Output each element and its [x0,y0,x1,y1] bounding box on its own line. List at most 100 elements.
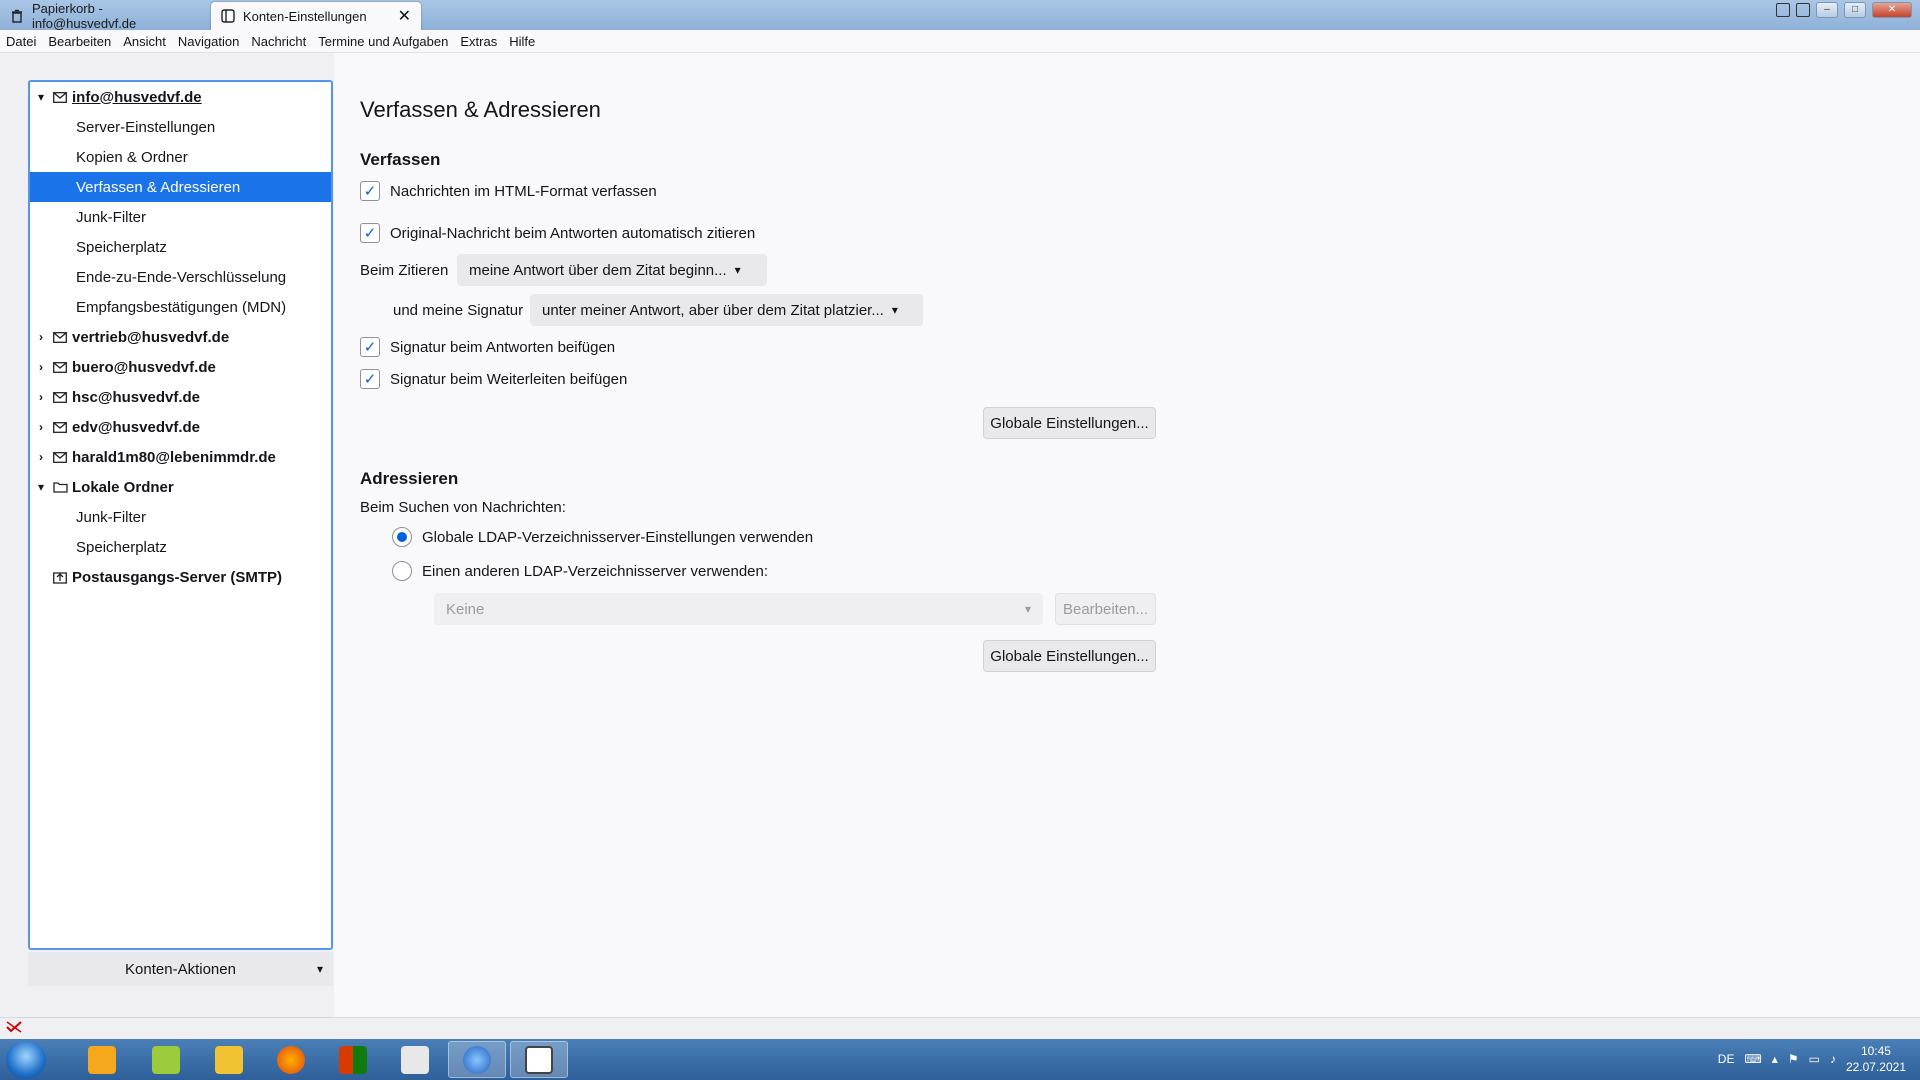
settings-page-icon [221,9,235,23]
global-settings-button-compose[interactable]: Globale Einstellungen... [983,407,1156,439]
mail-icon [52,329,68,345]
account-hsc[interactable]: › hsc@husvedvf.de [30,382,331,412]
account-actions-button[interactable]: Konten-Aktionen ▾ [28,952,333,986]
online-status-icon[interactable] [6,1021,22,1036]
signature-forward-checkbox[interactable]: ✓ Signatur beim Weiterleiten beifügen [360,369,627,389]
chevron-right-icon[interactable]: › [34,390,48,404]
show-hidden-icons[interactable]: ▴ [1772,1052,1778,1066]
sidebar-item-local-junk[interactable]: Junk-Filter [30,502,331,532]
html-format-checkbox[interactable]: ✓ Nachrichten im HTML-Format verfassen [360,181,657,201]
sidebar-item-e2e[interactable]: Ende-zu-Ende-Verschlüsselung [30,262,331,292]
office-icon [339,1045,367,1074]
checkmark-icon[interactable]: ✓ [360,337,380,357]
checkbox-label: Signatur beim Antworten beifügen [390,338,616,356]
flag-icon[interactable]: ⚑ [1788,1052,1799,1066]
tasks-icon[interactable] [1796,3,1810,17]
calendar-icon[interactable] [1776,3,1790,17]
tab-label: Konten-Einstellungen [243,8,367,24]
sidebar-item-mdn[interactable]: Empfangsbestätigungen (MDN) [30,292,331,322]
sidebar-item-storage[interactable]: Speicherplatz [30,232,331,262]
taskbar-media-player[interactable] [73,1041,131,1078]
menu-ansicht[interactable]: Ansicht [123,34,166,49]
taskbar-office[interactable] [324,1041,382,1078]
radio-button[interactable] [392,527,412,547]
taskbar-app-2[interactable] [137,1041,195,1078]
ldap-server-select[interactable]: Keine ▾ [434,593,1043,625]
chevron-down-icon: ▾ [891,303,898,317]
menu-nachricht[interactable]: Nachricht [251,34,306,49]
select-value: Keine [446,600,485,618]
taskbar-calendar[interactable] [510,1041,568,1078]
account-label: vertrieb@husvedvf.de [72,328,230,346]
chevron-right-icon[interactable]: › [34,420,48,434]
checkmark-icon[interactable]: ✓ [360,223,380,243]
tab-trash[interactable]: Papierkorb - info@husvedvf.de [0,1,207,31]
volume-icon[interactable]: ♪ [1830,1052,1836,1066]
edit-ldap-button[interactable]: Bearbeiten... [1055,593,1156,625]
select-value: meine Antwort über dem Zitat beginn... [469,261,727,279]
chevron-right-icon[interactable]: › [34,450,48,464]
taskbar-firefox[interactable] [262,1041,320,1078]
os-taskbar: DE ⌨ ▴ ⚑ ▭ ♪ 10:45 22.07.2021 [0,1039,1920,1080]
menu-bearbeiten[interactable]: Bearbeiten [48,34,111,49]
sidebar-item-server[interactable]: Server-Einstellungen [30,112,331,142]
network-icon[interactable]: ▭ [1809,1052,1820,1066]
account-local-folders[interactable]: ▾ Lokale Ordner [30,472,331,502]
system-tray: DE ⌨ ▴ ⚑ ▭ ♪ 10:45 22.07.2021 [1718,1043,1906,1075]
checkbox-label: Original-Nachricht beim Antworten automa… [390,224,756,242]
app-icon [152,1045,180,1074]
sidebar-item-copies[interactable]: Kopien & Ordner [30,142,331,172]
ldap-global-radio[interactable]: Globale LDAP-Verzeichnisserver-Einstellu… [392,527,813,547]
status-bar [0,1017,1920,1039]
taskbar-contacts[interactable] [200,1041,258,1078]
chevron-down-icon[interactable]: ▾ [34,480,48,494]
menu-extras[interactable]: Extras [460,34,497,49]
taskbar-thunderbird[interactable] [448,1041,506,1078]
start-button[interactable] [6,1041,46,1079]
menu-navigation[interactable]: Navigation [178,34,239,49]
sidebar-item-local-storage[interactable]: Speicherplatz [30,532,331,562]
minimize-button[interactable]: – [1816,2,1838,18]
window-controls: – □ ✕ [1776,2,1912,18]
checkmark-icon[interactable]: ✓ [360,369,380,389]
chevron-right-icon[interactable]: › [34,360,48,374]
account-tree[interactable]: ▾ info@husvedvf.de Server-Einstellungen … [28,80,333,950]
section-heading-address: Adressieren [360,469,459,488]
signature-position-select[interactable]: unter meiner Antwort, aber über dem Zita… [530,294,923,326]
account-harald[interactable]: › harald1m80@lebenimmdr.de [30,442,331,472]
close-window-button[interactable]: ✕ [1872,2,1912,18]
global-settings-button-address[interactable]: Globale Einstellungen... [983,640,1156,672]
account-vertrieb[interactable]: › vertrieb@husvedvf.de [30,322,331,352]
account-label: Lokale Ordner [72,478,174,496]
keyboard-icon[interactable]: ⌨ [1744,1052,1761,1066]
account-smtp[interactable]: Postausgangs-Server (SMTP) [30,562,331,592]
chevron-right-icon[interactable]: › [34,330,48,344]
taskbar-tasks[interactable] [386,1041,444,1078]
checkmark-icon[interactable]: ✓ [360,181,380,201]
menu-datei[interactable]: Datei [6,34,36,49]
menu-termine[interactable]: Termine und Aufgaben [318,34,448,49]
chevron-down-icon[interactable]: ▾ [34,90,48,104]
checklist-icon [401,1045,429,1074]
auto-quote-checkbox[interactable]: ✓ Original-Nachricht beim Antworten auto… [360,223,755,243]
sidebar-item-compose[interactable]: Verfassen & Adressieren [30,172,331,202]
thunderbird-icon [463,1045,491,1074]
quote-position-select[interactable]: meine Antwort über dem Zitat beginn... ▾ [457,254,767,286]
mail-icon [52,359,68,375]
outbox-icon [52,569,68,585]
account-info[interactable]: ▾ info@husvedvf.de [30,82,331,112]
signature-reply-checkbox[interactable]: ✓ Signatur beim Antworten beifügen [360,337,615,357]
sidebar-item-junk[interactable]: Junk-Filter [30,202,331,232]
clock[interactable]: 10:45 22.07.2021 [1846,1043,1906,1075]
account-buero[interactable]: › buero@husvedvf.de [30,352,331,382]
maximize-button[interactable]: □ [1844,2,1866,18]
mail-icon [52,389,68,405]
language-indicator[interactable]: DE [1718,1052,1735,1066]
trash-icon [10,9,24,23]
account-edv[interactable]: › edv@husvedvf.de [30,412,331,442]
radio-button[interactable] [392,561,412,581]
ldap-other-radio[interactable]: Einen anderen LDAP-Verzeichnisserver ver… [392,561,768,581]
menu-hilfe[interactable]: Hilfe [509,34,535,49]
tab-account-settings[interactable]: Konten-Einstellungen ✕ [211,2,421,30]
close-icon[interactable]: ✕ [398,6,411,26]
